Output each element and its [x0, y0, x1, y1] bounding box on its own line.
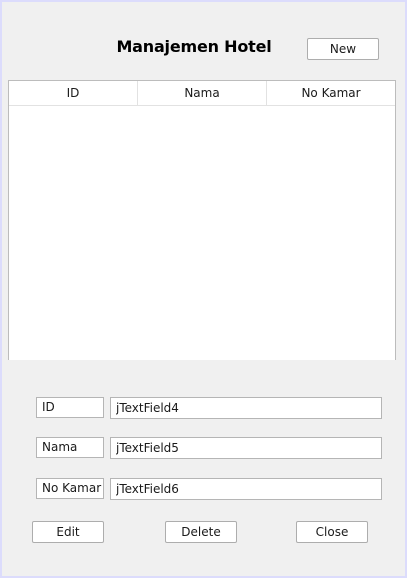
- no-kamar-label: No Kamar: [36, 478, 104, 499]
- column-header-no-kamar[interactable]: No Kamar: [267, 81, 395, 105]
- main-window: Manajemen Hotel New ID Nama No Kamar ID …: [0, 0, 407, 578]
- edit-button[interactable]: Edit: [32, 521, 104, 543]
- nama-field[interactable]: [110, 437, 382, 459]
- hotel-table[interactable]: ID Nama No Kamar: [8, 80, 396, 360]
- id-field[interactable]: [110, 397, 382, 419]
- delete-button[interactable]: Delete: [165, 521, 237, 543]
- nama-label: Nama: [36, 437, 104, 458]
- column-header-id[interactable]: ID: [9, 81, 138, 105]
- table-header: ID Nama No Kamar: [9, 81, 395, 106]
- column-header-nama[interactable]: Nama: [138, 81, 267, 105]
- new-button[interactable]: New: [307, 38, 379, 60]
- table-body[interactable]: [9, 106, 395, 360]
- no-kamar-field[interactable]: [110, 478, 382, 500]
- close-button[interactable]: Close: [296, 521, 368, 543]
- page-title: Manajemen Hotel: [116, 37, 272, 56]
- id-label: ID: [36, 397, 104, 418]
